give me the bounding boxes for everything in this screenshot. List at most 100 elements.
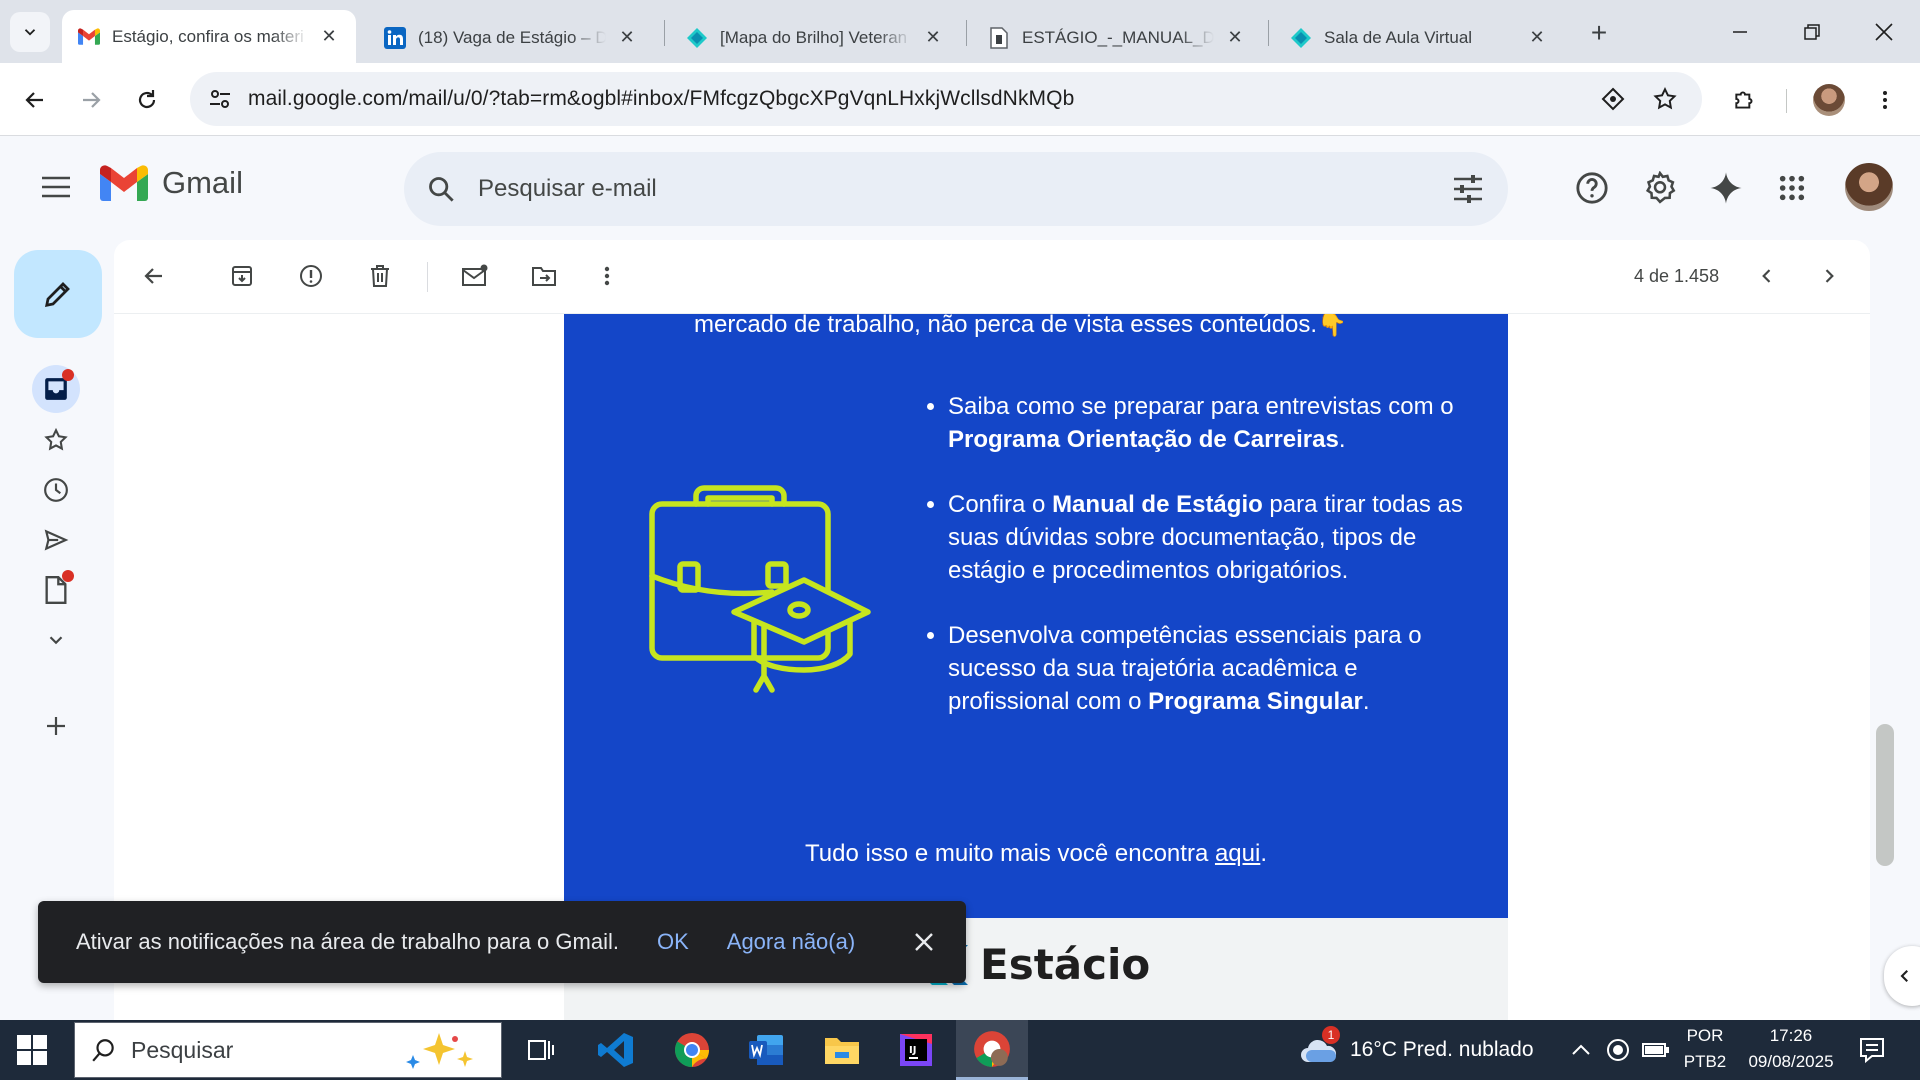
report-icon — [300, 265, 322, 287]
bookmark-star-icon[interactable] — [1644, 72, 1686, 126]
rail-create-label[interactable] — [32, 702, 80, 750]
bullet-bold: Programa Singular — [1148, 688, 1363, 715]
tab-mapa-do-brilho[interactable]: [Mapa do Brilho] Veteran ✕ — [670, 12, 960, 63]
arrow-left-icon — [144, 268, 162, 284]
compose-button[interactable] — [14, 250, 102, 338]
gmail-icon — [100, 165, 148, 201]
taskbar-intellij[interactable]: IJ — [880, 1020, 952, 1080]
clock-time[interactable]: 17:26 — [1736, 1026, 1846, 1046]
footer-text: . — [1260, 840, 1267, 867]
delete-button[interactable] — [360, 256, 400, 296]
archive-button[interactable] — [222, 256, 262, 296]
bullet-text: . — [1362, 688, 1370, 715]
email-banner: mercado de trabalho, não perca de vista … — [564, 314, 1508, 918]
chevron-up-icon[interactable] — [1570, 1040, 1592, 1060]
forward-button[interactable] — [72, 81, 110, 119]
close-tab-icon[interactable]: ✕ — [1224, 27, 1246, 49]
scrollbar-thumb[interactable] — [1876, 724, 1894, 866]
chevron-left-icon — [1762, 269, 1771, 283]
taskbar-chrome[interactable] — [656, 1020, 728, 1080]
bullet-text: Saiba como se preparar para entrevistas … — [948, 393, 1454, 420]
rail-drafts[interactable] — [32, 566, 80, 614]
tab-search-button[interactable] — [10, 12, 50, 52]
ok-button[interactable]: OK — [657, 929, 689, 955]
gemini-button[interactable] — [1705, 167, 1747, 209]
mark-unread-button[interactable] — [455, 256, 495, 296]
rail-inbox[interactable] — [32, 365, 80, 413]
close-window-button[interactable] — [1848, 0, 1920, 63]
back-to-inbox-button[interactable] — [134, 256, 174, 296]
chrome-icon — [675, 1033, 709, 1067]
record-icon[interactable] — [1606, 1038, 1630, 1062]
word-icon — [749, 1035, 783, 1065]
address-bar[interactable]: mail.google.com/mail/u/0/?tab=rm&ogbl#in… — [190, 72, 1702, 126]
taskbar-word[interactable] — [730, 1020, 802, 1080]
profile-button[interactable] — [1810, 81, 1848, 119]
tab-linkedin[interactable]: (18) Vaga de Estágio – De ✕ — [368, 12, 654, 63]
rail-sent[interactable] — [32, 516, 80, 564]
search-options-button[interactable] — [1450, 171, 1486, 207]
move-to-button[interactable] — [524, 256, 564, 296]
rail-snoozed[interactable] — [32, 466, 80, 514]
site-info-icon[interactable] — [194, 72, 246, 126]
battery-icon[interactable] — [1642, 1040, 1670, 1060]
toolbar-separator — [427, 262, 428, 292]
settings-button[interactable] — [1639, 167, 1681, 209]
weather-widget[interactable]: 1 — [1300, 1026, 1340, 1073]
url-text[interactable]: mail.google.com/mail/u/0/?tab=rm&ogbl#in… — [248, 87, 1074, 111]
new-tab-button[interactable]: + — [1584, 17, 1614, 48]
gmail-logo[interactable]: Gmail — [100, 165, 243, 201]
weather-text[interactable]: 16°C Pred. nublado — [1350, 1038, 1534, 1062]
close-tab-icon[interactable]: ✕ — [616, 27, 638, 49]
clock-date[interactable]: 09/08/2025 — [1736, 1052, 1846, 1072]
gear-icon — [1645, 171, 1676, 204]
taskbar-vscode[interactable] — [580, 1020, 652, 1080]
tune-icon — [1454, 175, 1482, 203]
chrome-menu-button[interactable] — [1866, 81, 1904, 119]
aqui-link[interactable]: aqui — [1215, 840, 1260, 867]
keyboard-layout[interactable]: PTB2 — [1680, 1052, 1730, 1072]
taskbar-chrome-profile[interactable] — [956, 1020, 1028, 1080]
minimize-button[interactable] — [1704, 0, 1776, 63]
taskbar-search-input[interactable] — [131, 1036, 391, 1064]
restore-button[interactable] — [1776, 0, 1848, 63]
search-button[interactable] — [404, 152, 478, 226]
rail-more[interactable] — [32, 616, 80, 664]
tab-gmail[interactable]: Estágio, confira os materi ✕ — [62, 10, 356, 63]
close-snackbar-button[interactable] — [908, 926, 940, 958]
search-input[interactable] — [478, 175, 1378, 203]
language-code[interactable]: POR — [1680, 1026, 1730, 1046]
tab-manual-estagio[interactable]: ESTÁGIO_-_MANUAL_DE ✕ — [972, 12, 1262, 63]
report-spam-button[interactable] — [291, 256, 331, 296]
close-tab-icon[interactable]: ✕ — [922, 27, 944, 49]
not-now-button[interactable]: Agora não(a) — [727, 929, 855, 955]
google-apps-button[interactable] — [1771, 167, 1813, 209]
google-lens-icon[interactable] — [1592, 72, 1634, 126]
avatar — [1813, 84, 1845, 116]
notification-center-icon[interactable] — [1858, 1036, 1886, 1064]
close-tab-icon[interactable]: ✕ — [1526, 27, 1548, 49]
rail-starred[interactable] — [32, 416, 80, 464]
task-view-button[interactable] — [504, 1020, 576, 1080]
newer-button[interactable] — [1747, 256, 1787, 296]
account-avatar[interactable] — [1843, 161, 1895, 213]
main-menu-button[interactable] — [36, 167, 76, 207]
gemini-sparkle-icon — [1710, 172, 1742, 204]
support-button[interactable] — [1571, 167, 1613, 209]
taskbar-file-explorer[interactable] — [806, 1020, 878, 1080]
close-tab-icon[interactable]: ✕ — [318, 26, 340, 48]
search-icon — [92, 1039, 114, 1062]
reload-button[interactable] — [128, 81, 166, 119]
taskbar-search[interactable] — [74, 1022, 502, 1078]
extensions-button[interactable] — [1726, 81, 1764, 119]
tab-sala-de-aula[interactable]: Sala de Aula Virtual ✕ — [1274, 12, 1564, 63]
more-actions-button[interactable] — [587, 256, 627, 296]
older-button[interactable] — [1809, 256, 1849, 296]
show-side-panel-button[interactable] — [1884, 946, 1920, 1006]
message-toolbar: 4 de 1.458 — [114, 240, 1870, 314]
toolbar-separator — [1786, 89, 1787, 113]
menu-icon — [42, 176, 70, 198]
windows-start-icon[interactable] — [16, 1034, 48, 1066]
back-button[interactable] — [16, 81, 54, 119]
star-icon — [44, 427, 68, 451]
